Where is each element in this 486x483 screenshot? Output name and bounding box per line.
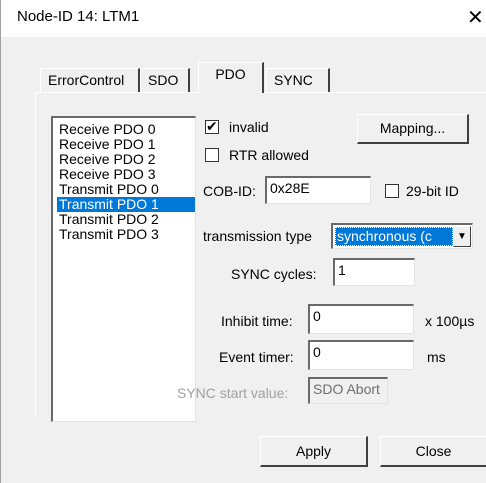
tab-sync-label: SYNC — [274, 72, 313, 88]
mapping-button[interactable]: Mapping... — [357, 114, 469, 144]
window-title: Node-ID 14: LTM1 — [17, 8, 140, 25]
pdo-dialog: Node-ID 14: LTM1 ✕ ErrorControl SDO PDO … — [0, 0, 486, 483]
invalid-label: invalid — [229, 119, 269, 135]
tab-pdo-label: PDO — [215, 66, 246, 82]
event-timer-label: Event timer: — [219, 349, 294, 365]
mapping-button-label: Mapping... — [379, 120, 446, 136]
cob-id-value: 0x28E — [270, 180, 310, 196]
close-button[interactable]: Close — [380, 436, 486, 467]
tab-sdo[interactable]: SDO — [140, 68, 190, 92]
check-icon: ✔ — [206, 118, 218, 134]
inhibit-time-label: Inhibit time: — [221, 313, 293, 329]
sync-start-value-label: SYNC start value: — [177, 385, 289, 401]
rtr-allowed-label: RTR allowed — [229, 147, 309, 163]
close-button-label: Close — [415, 443, 452, 459]
29-bit-id-label: 29-bit ID — [406, 183, 459, 199]
inhibit-time-unit: x 100µs — [425, 313, 475, 329]
list-item[interactable]: Transmit PDO 3 — [57, 227, 195, 242]
tab-errorcontrol[interactable]: ErrorControl — [40, 68, 140, 92]
inhibit-time-value: 0 — [313, 308, 321, 324]
list-item-selected[interactable]: Transmit PDO 1 — [57, 197, 195, 212]
list-item[interactable]: Receive PDO 2 — [57, 152, 195, 167]
tab-sync[interactable]: SYNC — [266, 68, 330, 92]
sync-cycles-label: SYNC cycles: — [231, 266, 317, 282]
chevron-down-icon[interactable]: ▼ — [453, 226, 471, 247]
sync-start-value-input: SDO Abort — [308, 377, 388, 404]
invalid-checkbox[interactable]: ✔ — [205, 118, 219, 134]
sync-cycles-input[interactable]: 1 — [333, 258, 415, 286]
event-timer-unit: ms — [427, 349, 446, 365]
transmission-type-label: transmission type — [203, 228, 312, 244]
event-timer-input[interactable]: 0 — [308, 340, 414, 370]
apply-button[interactable]: Apply — [260, 436, 368, 467]
list-item[interactable]: Receive PDO 3 — [57, 167, 195, 182]
tab-pdo[interactable]: PDO — [198, 62, 264, 93]
title-bar: Node-ID 14: LTM1 ✕ — [1, 0, 486, 37]
event-timer-value: 0 — [313, 344, 321, 360]
tab-errorcontrol-label: ErrorControl — [48, 72, 125, 88]
transmission-type-value: synchronous (c — [335, 227, 453, 246]
cob-id-label: COB-ID: — [203, 183, 256, 199]
sync-cycles-value: 1 — [338, 262, 346, 278]
tab-sdo-label: SDO — [148, 72, 179, 88]
transmission-type-select[interactable]: synchronous (c ▼ — [331, 223, 473, 249]
list-item[interactable]: Transmit PDO 0 — [57, 182, 195, 197]
pdo-listbox[interactable]: Receive PDO 0 Receive PDO 1 Receive PDO … — [51, 116, 196, 422]
inhibit-time-input[interactable]: 0 — [308, 304, 414, 334]
sync-start-value: SDO Abort — [313, 381, 380, 397]
29-bit-id-checkbox[interactable] — [385, 184, 399, 198]
list-item[interactable]: Transmit PDO 2 — [57, 212, 195, 227]
close-icon[interactable]: ✕ — [467, 6, 486, 30]
apply-button-label: Apply — [295, 443, 332, 459]
rtr-allowed-checkbox[interactable] — [205, 148, 219, 162]
list-item[interactable]: Receive PDO 0 — [57, 122, 195, 137]
cob-id-input[interactable]: 0x28E — [265, 176, 371, 204]
list-item[interactable]: Receive PDO 1 — [57, 137, 195, 152]
